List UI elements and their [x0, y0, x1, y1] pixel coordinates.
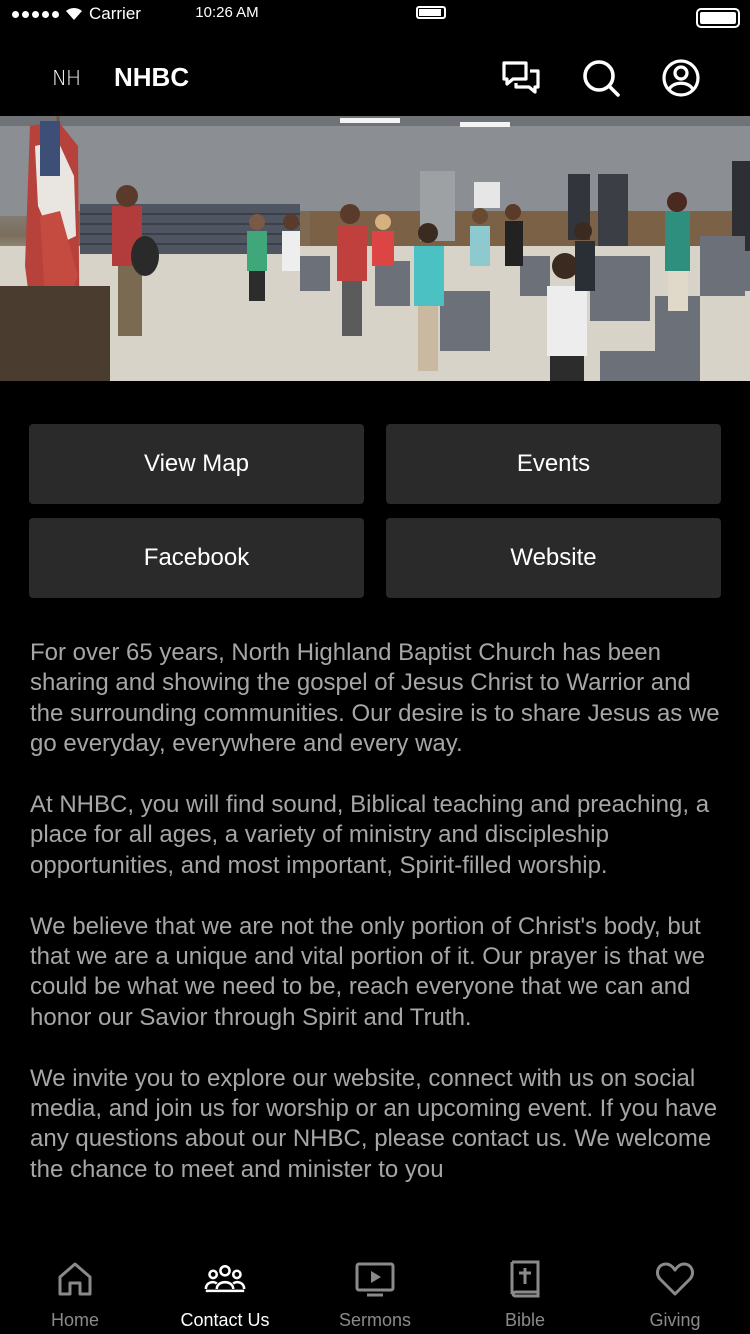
tv-play-icon — [354, 1258, 396, 1300]
events-button[interactable]: Events — [386, 424, 721, 504]
tab-bible[interactable]: Bible — [450, 1244, 600, 1334]
tab-label: Contact Us — [180, 1310, 270, 1330]
people-icon — [204, 1258, 246, 1300]
app-header: NH NHBC — [0, 40, 750, 116]
website-button[interactable]: Website — [386, 518, 721, 598]
church-description: For over 65 years, North Highland Baptis… — [30, 638, 725, 1216]
home-icon — [54, 1258, 96, 1300]
church-hero-image — [0, 116, 750, 381]
tab-home[interactable]: Home — [0, 1244, 150, 1334]
tab-giving[interactable]: Giving — [600, 1244, 750, 1334]
heart-icon — [654, 1258, 696, 1300]
messages-icon[interactable] — [500, 57, 542, 99]
page-title: NHBC — [114, 62, 190, 92]
status-time: 10:26 AM — [195, 4, 259, 21]
tab-label: Home — [50, 1310, 99, 1330]
tab-contact-us[interactable]: Contact Us — [150, 1244, 300, 1334]
battery-icon — [696, 8, 740, 28]
description-paragraph: We believe that we are not the only port… — [30, 912, 706, 1031]
profile-icon[interactable] — [660, 57, 702, 99]
description-paragraph: At NHBC, you will find sound, Biblical t… — [30, 791, 710, 879]
view-map-button[interactable]: View Map — [29, 424, 364, 504]
status-bar: Carrier 10:26 AM — [0, 0, 750, 40]
search-icon[interactable] — [580, 57, 622, 99]
tab-sermons[interactable]: Sermons — [300, 1244, 450, 1334]
tab-label: Sermons — [338, 1310, 412, 1330]
church-logo[interactable]: NH — [52, 66, 81, 90]
tab-label: Giving — [649, 1310, 701, 1330]
facebook-button[interactable]: Facebook — [29, 518, 364, 598]
description-paragraph: We invite you to explore our website, co… — [30, 1064, 718, 1183]
bottom-tab-bar: Home Contact Us Sermons Bible Giving — [0, 1244, 750, 1334]
battery-icon — [416, 6, 446, 19]
bible-icon — [504, 1258, 546, 1300]
tab-label: Bible — [504, 1310, 546, 1330]
description-paragraph: For over 65 years, North Highland Baptis… — [30, 639, 720, 758]
